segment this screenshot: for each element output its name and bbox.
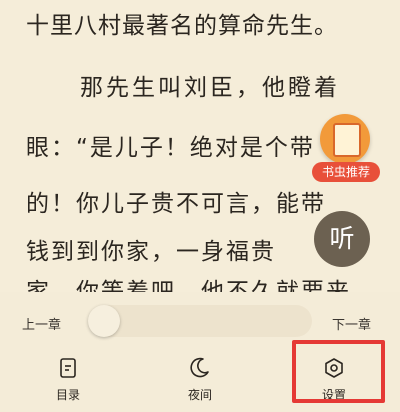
- text-line: 十里八村最著名的算命先生。: [26, 13, 338, 39]
- bookworm-recommend-button[interactable]: 书虫推荐: [312, 112, 382, 186]
- text-line: 钱到到你家，一身福贵: [26, 239, 276, 265]
- tab-night[interactable]: 夜间: [160, 350, 240, 412]
- slider-thumb[interactable]: [88, 305, 120, 337]
- tab-catalog[interactable]: 目录: [28, 350, 108, 412]
- prev-chapter-button[interactable]: 上一章: [22, 314, 61, 333]
- text-line: 的！你儿子贵不可言，能带: [26, 191, 326, 217]
- chapter-progress-slider[interactable]: [88, 305, 312, 337]
- book-icon: [320, 114, 370, 164]
- listen-button[interactable]: 听: [314, 211, 370, 267]
- text-line: 家。你等着吧。他不久就要来: [26, 279, 351, 292]
- reader-menu-panel: 上一章 下一章 目录 夜间 设置: [0, 292, 400, 412]
- tab-label: 目录: [55, 388, 80, 402]
- reader-content[interactable]: 十里八村最著名的算命先生。 那先生叫刘臣，他瞪着 眼：“是儿子！绝对是个带 的！…: [0, 0, 400, 292]
- settings-highlight-box: [292, 340, 385, 403]
- catalog-icon: [60, 358, 76, 378]
- text-line: 眼：“是儿子！绝对是个带: [26, 135, 315, 161]
- moon-icon: [190, 357, 209, 378]
- next-chapter-button[interactable]: 下一章: [332, 314, 371, 333]
- text-line: 那先生叫刘臣，他瞪着: [80, 75, 340, 101]
- recommend-badge: 书虫推荐: [312, 162, 380, 182]
- tab-label: 夜间: [187, 388, 212, 402]
